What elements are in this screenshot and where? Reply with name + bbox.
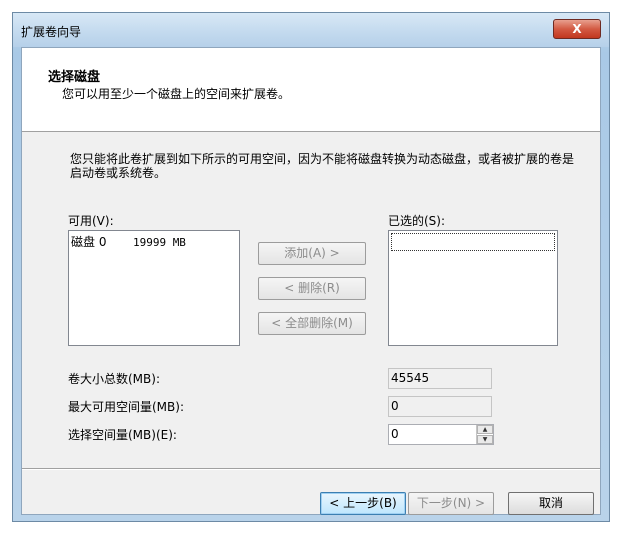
window-title: 扩展卷向导 bbox=[21, 25, 82, 39]
select-space-label: 选择空间量(MB)(E): bbox=[68, 428, 177, 442]
spinner: ▲ ▼ bbox=[476, 425, 493, 444]
info-text: 您只能将此卷扩展到如下所示的可用空间，因为不能将磁盘转换为动态磁盘，或者被扩展的… bbox=[70, 152, 575, 180]
wizard-client-area: 选择磁盘 您可以用至少一个磁盘上的空间来扩展卷。 您只能将此卷扩展到如下所示的可… bbox=[21, 47, 601, 515]
total-size-field: 45545 bbox=[388, 368, 492, 389]
select-space-input[interactable]: 0 ▲ ▼ bbox=[388, 424, 494, 445]
back-button[interactable]: < 上一步(B) bbox=[320, 492, 406, 515]
next-button[interactable]: 下一步(N) > bbox=[408, 492, 494, 515]
selected-disks-list[interactable] bbox=[388, 230, 558, 346]
title-bar: 扩展卷向导 X bbox=[13, 13, 609, 47]
cancel-button[interactable]: 取消 bbox=[508, 492, 594, 515]
max-space-label: 最大可用空间量(MB): bbox=[68, 400, 184, 414]
add-button[interactable]: 添加(A) > bbox=[258, 242, 366, 265]
page-description: 您可以用至少一个磁盘上的空间来扩展卷。 bbox=[62, 87, 291, 101]
available-disks-list[interactable]: 磁盘 0 19999 MB bbox=[68, 230, 240, 346]
total-size-label: 卷大小总数(MB): bbox=[68, 372, 160, 386]
remove-all-button[interactable]: < 全部删除(M) bbox=[258, 312, 366, 335]
footer-separator bbox=[22, 468, 600, 470]
wizard-header: 选择磁盘 您可以用至少一个磁盘上的空间来扩展卷。 bbox=[22, 48, 600, 132]
available-label: 可用(V): bbox=[68, 214, 114, 228]
page-title: 选择磁盘 bbox=[48, 70, 101, 85]
extend-volume-wizard-window: 扩展卷向导 X 选择磁盘 您可以用至少一个磁盘上的空间来扩展卷。 您只能将此卷扩… bbox=[12, 12, 610, 522]
list-item[interactable]: 磁盘 0 19999 MB bbox=[71, 233, 186, 250]
remove-button[interactable]: < 删除(R) bbox=[258, 277, 366, 300]
close-button[interactable]: X bbox=[553, 19, 601, 39]
disk-size: 19999 MB bbox=[132, 236, 186, 249]
focus-rectangle bbox=[391, 233, 555, 251]
select-space-value: 0 bbox=[391, 427, 399, 441]
spin-up-icon[interactable]: ▲ bbox=[477, 425, 493, 434]
max-space-field: 0 bbox=[388, 396, 492, 417]
close-icon: X bbox=[572, 22, 582, 36]
disk-name: 磁盘 0 bbox=[71, 235, 107, 249]
selected-label: 已选的(S): bbox=[388, 214, 446, 228]
spin-down-icon[interactable]: ▼ bbox=[477, 435, 493, 444]
